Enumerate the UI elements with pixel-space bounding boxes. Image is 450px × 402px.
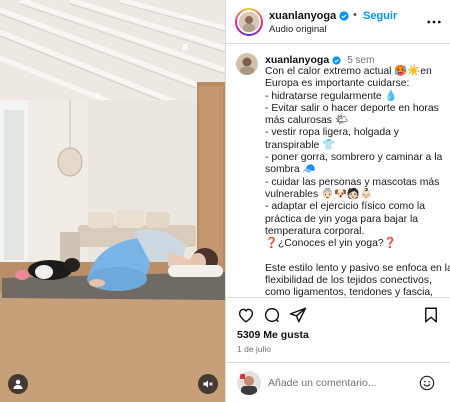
post-side-panel: xuanlanyoga • Seguir Audio original xuan… — [225, 0, 450, 402]
share-button[interactable] — [289, 306, 307, 324]
caption-avatar[interactable] — [236, 53, 258, 75]
audio-label[interactable]: Audio original — [269, 24, 327, 35]
caption-line: práctica de yin yoga para bajar la — [265, 213, 419, 225]
viewer-avatar — [237, 371, 261, 395]
mute-toggle-button[interactable] — [198, 374, 218, 394]
user-tag-icon — [13, 379, 23, 389]
save-button[interactable] — [422, 306, 440, 324]
caption-line: Europa es importante cuidarse: — [265, 78, 410, 90]
verified-badge-icon — [339, 11, 349, 21]
caption-area: xuanlanyoga 5 sem Con el calor extremo a… — [226, 45, 450, 297]
post-date[interactable]: 1 de julio — [237, 344, 271, 354]
emoji-button[interactable] — [419, 375, 435, 391]
video-frame — [0, 0, 225, 402]
caption-line: vulnerables 👵🏻🐶🧑🏻👶🏻 — [265, 188, 373, 200]
comment-button[interactable] — [263, 306, 281, 324]
profile-photo — [239, 12, 259, 32]
avatar[interactable] — [235, 8, 263, 36]
caption-line: flexibilidad de los tejidos conectivos, — [265, 275, 432, 287]
more-options-button[interactable] — [425, 13, 443, 31]
like-button[interactable] — [237, 306, 255, 324]
caption-time[interactable]: 5 sem — [347, 55, 374, 66]
caption-line: sombra 🧢 — [265, 164, 316, 176]
caption-line: temperatura corporal. — [265, 225, 365, 237]
caption-header: xuanlanyoga 5 sem — [265, 54, 374, 66]
caption-line: - cuidar las personas y mascotas más — [265, 176, 440, 188]
comment-input[interactable] — [268, 374, 418, 392]
caption-line: - poner gorra, sombrero y caminar a la — [265, 152, 443, 164]
emoji-icon — [419, 375, 435, 391]
verified-badge-icon — [332, 56, 341, 65]
caption-username[interactable]: xuanlanyoga — [265, 54, 329, 66]
caption-line: Este estilo lento y pasivo se enfoca en … — [265, 262, 450, 274]
instagram-post-view: xuanlanyoga • Seguir Audio original xuan… — [0, 0, 450, 402]
caption-line: ❓¿Conoces el yin yoga?❓ — [265, 238, 397, 250]
caption-line: como ligamentos, tendones y fascia, — [265, 287, 434, 297]
tagged-users-button[interactable] — [8, 374, 28, 394]
caption-line: - vestir ropa ligera, holgada y — [265, 127, 399, 139]
bookmark-icon — [425, 307, 437, 323]
caption-line: transpirable 👕 — [265, 139, 336, 151]
caption-line: - Evitar salir o hacer deporte en horas — [265, 102, 439, 114]
send-icon — [289, 307, 307, 323]
heart-icon — [238, 308, 254, 323]
follow-button[interactable]: Seguir — [363, 10, 397, 22]
speaker-muted-icon — [203, 380, 213, 388]
author-username-text[interactable]: xuanlanyoga — [269, 10, 336, 22]
viewer-profile-photo — [237, 371, 261, 395]
post-header: xuanlanyoga • Seguir Audio original — [226, 0, 450, 44]
caption-line: Con el calor extremo actual 🥵☀️en — [265, 66, 432, 77]
likes-count[interactable]: 5309 Me gusta — [237, 329, 309, 341]
caption-profile-photo — [236, 53, 258, 75]
caption-text: Con el calor extremo actual 🥵☀️en Europa … — [265, 66, 450, 297]
comment-icon — [264, 307, 280, 323]
caption-line: más calurosas 🌤 — [265, 115, 349, 127]
more-horizontal-icon — [427, 20, 441, 24]
action-bar — [226, 297, 450, 331]
caption-line: - hidratarse regularmente 💧 — [265, 90, 398, 102]
caption-line: - adaptar el ejercicio físico como la — [265, 201, 425, 213]
comment-bar — [226, 362, 450, 402]
author-username[interactable]: xuanlanyoga — [269, 10, 349, 22]
post-media[interactable] — [0, 0, 225, 402]
separator-dot: • — [353, 9, 357, 21]
